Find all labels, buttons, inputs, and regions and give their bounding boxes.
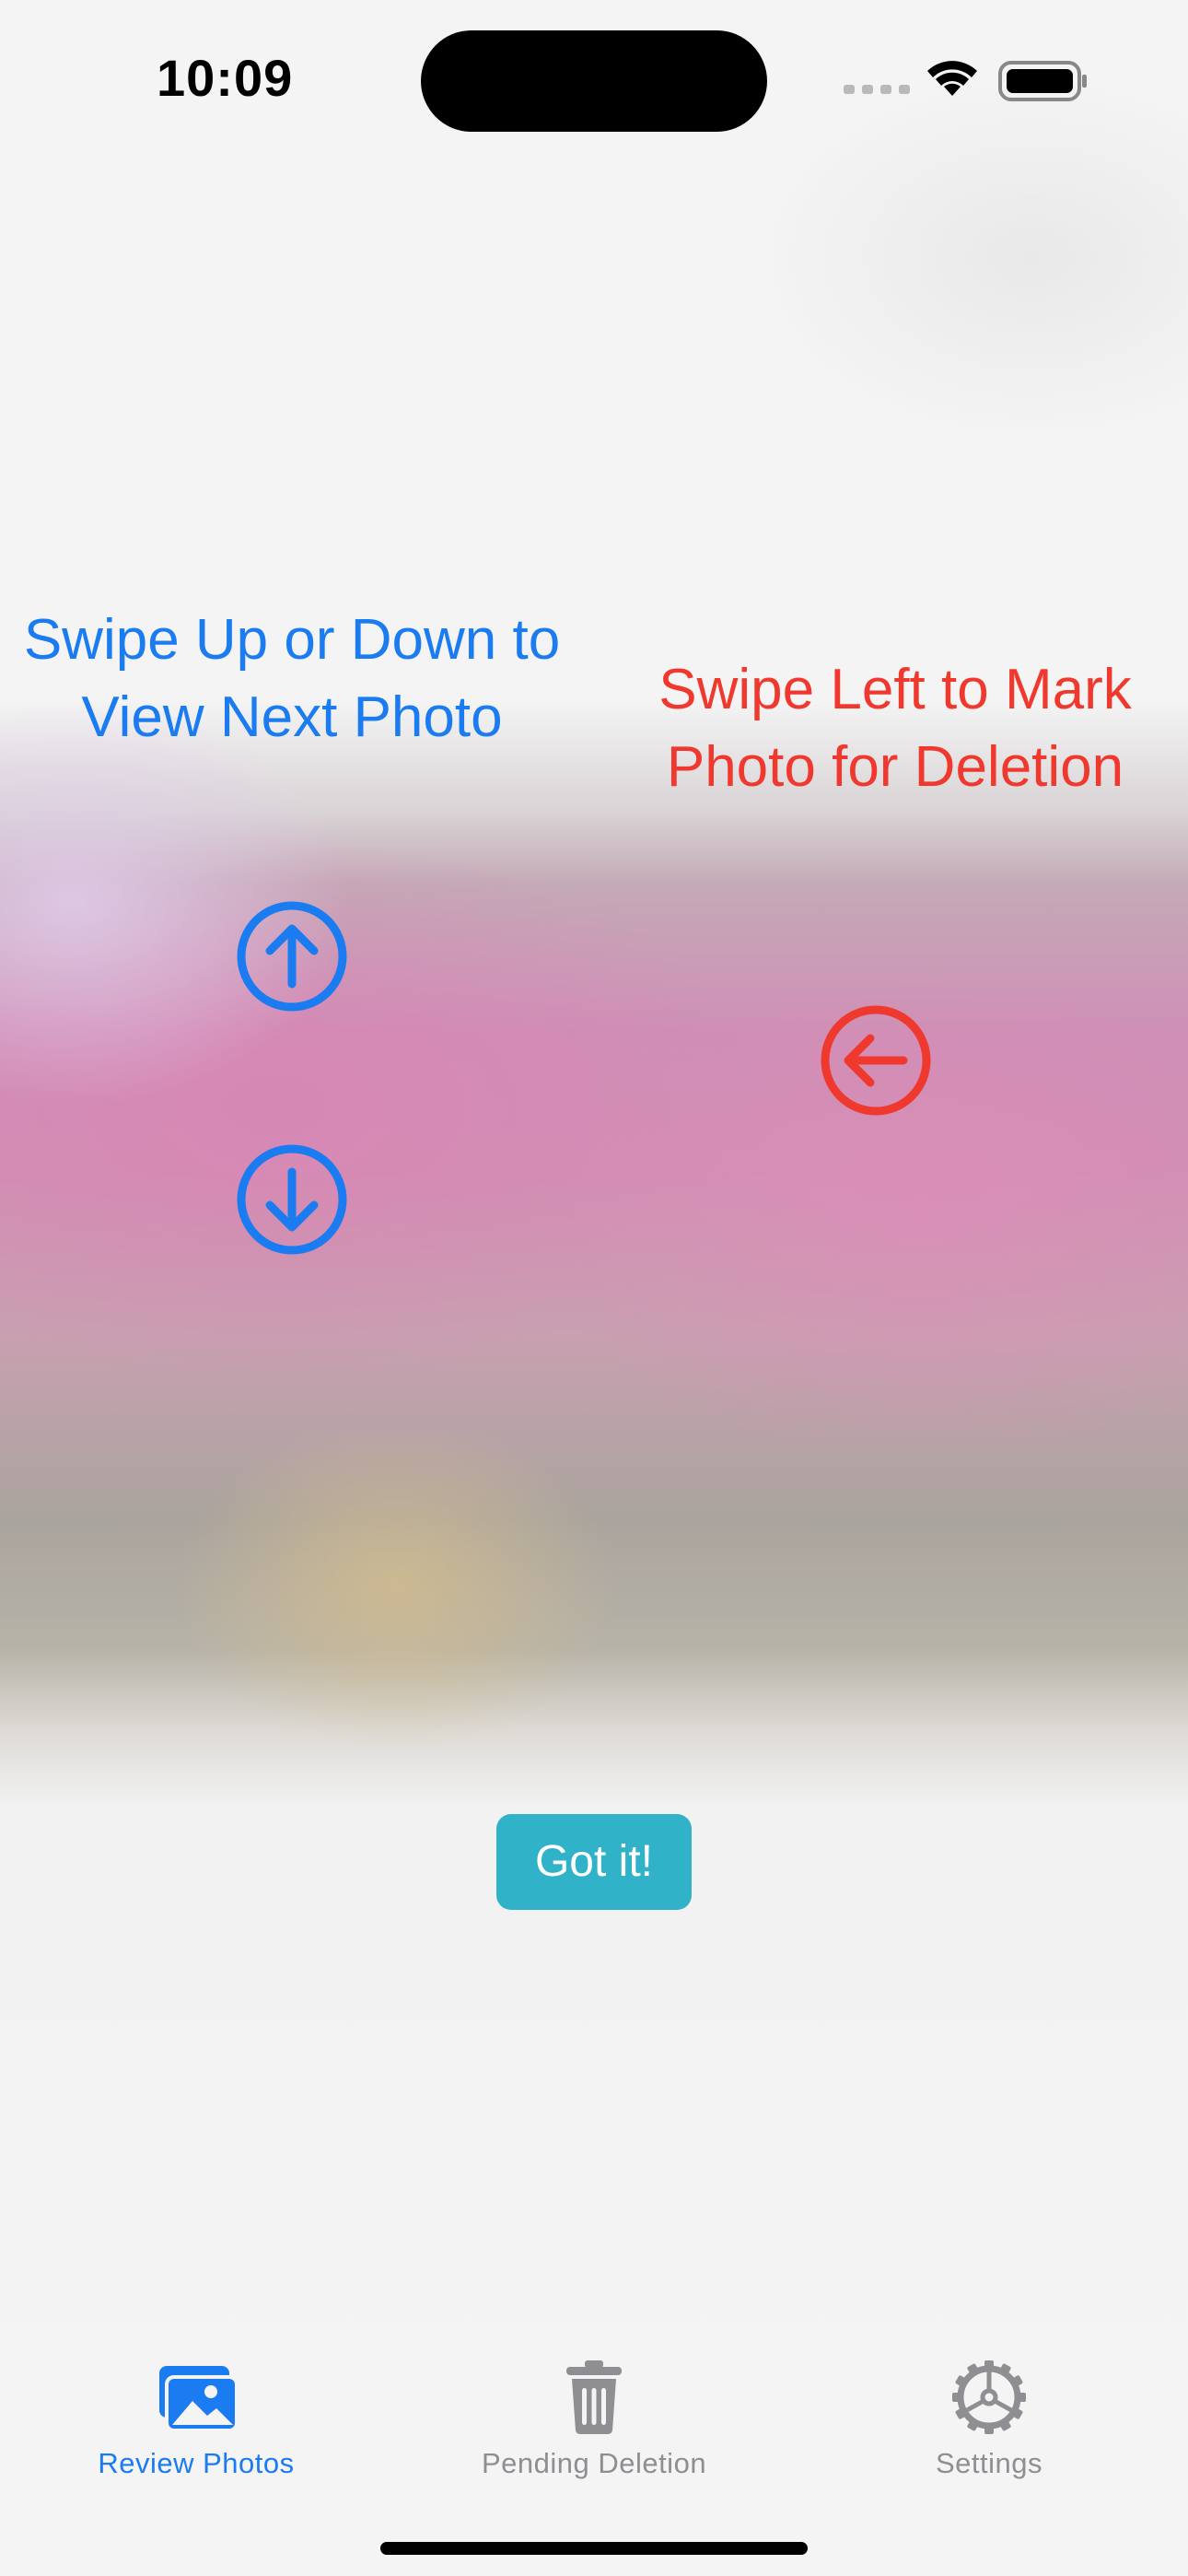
tab-label-review-photos: Review Photos [98,2447,295,2479]
got-it-button[interactable]: Got it! [496,1814,692,1910]
tab-pending-deletion[interactable]: Pending Deletion [437,2359,751,2488]
arrow-down-circle-icon [235,1142,349,1257]
battery-icon [998,61,1087,101]
arrow-left-circle-icon [819,1003,933,1118]
swipe-up-down-instruction: Swipe Up or Down to View Next Photo [23,608,561,749]
arrow-up-circle-icon [235,899,349,1013]
wifi-icon [927,61,977,96]
cellular-signal-icon [844,85,910,94]
status-time: 10:09 [157,49,294,107]
blurred-photo-background [0,0,1188,2576]
home-indicator[interactable] [380,2542,808,2555]
tab-label-settings: Settings [935,2447,1042,2479]
dynamic-island [421,30,767,132]
tab-review-photos[interactable]: Review Photos [40,2359,353,2488]
tab-label-pending-deletion: Pending Deletion [481,2447,707,2479]
trash-icon [566,2360,622,2434]
swipe-left-instruction: Swipe Left to Mark Photo for Deletion [658,658,1132,799]
photo-stack-icon [159,2366,239,2432]
gear-icon [952,2360,1026,2434]
status-icons [838,55,1087,107]
tab-settings[interactable]: Settings [833,2359,1146,2488]
